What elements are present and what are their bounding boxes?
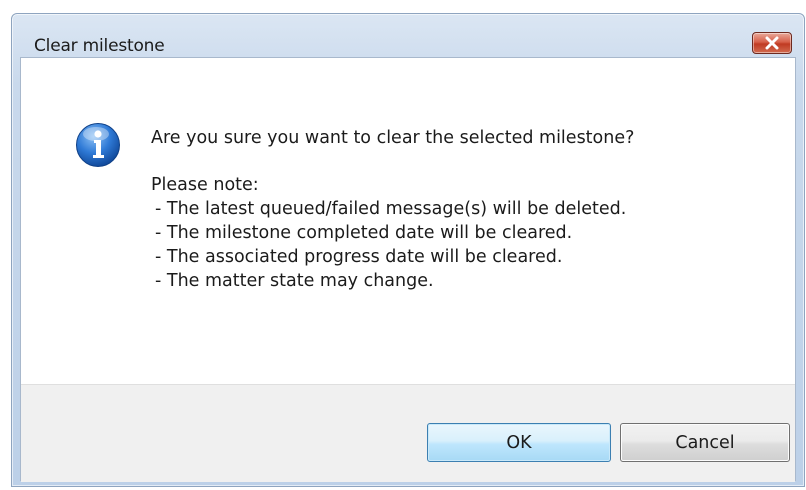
note-item: - The associated progress date will be c… (155, 247, 563, 267)
dialog-body: Are you sure you want to clear the selec… (20, 57, 796, 482)
close-button[interactable] (752, 32, 792, 54)
message-area: Are you sure you want to clear the selec… (21, 58, 795, 384)
note-item: - The latest queued/failed message(s) wi… (155, 199, 627, 219)
ok-button[interactable]: OK (427, 423, 611, 462)
message-text: Are you sure you want to clear the selec… (151, 126, 771, 293)
clear-milestone-dialog: Clear milestone Are you sure you want to… (11, 13, 805, 487)
note-item: - The matter state may change. (155, 271, 434, 291)
button-bar: OK Cancel (21, 384, 795, 482)
cancel-button[interactable]: Cancel (620, 423, 790, 462)
close-icon (764, 36, 780, 50)
confirmation-question: Are you sure you want to clear the selec… (151, 128, 635, 148)
dialog-title: Clear milestone (34, 36, 165, 56)
info-icon (75, 122, 121, 168)
title-bar[interactable]: Clear milestone (12, 14, 804, 56)
note-list: - The latest queued/failed message(s) wi… (151, 197, 771, 293)
note-item: - The milestone completed date will be c… (155, 223, 573, 243)
note-heading: Please note: (151, 175, 259, 195)
